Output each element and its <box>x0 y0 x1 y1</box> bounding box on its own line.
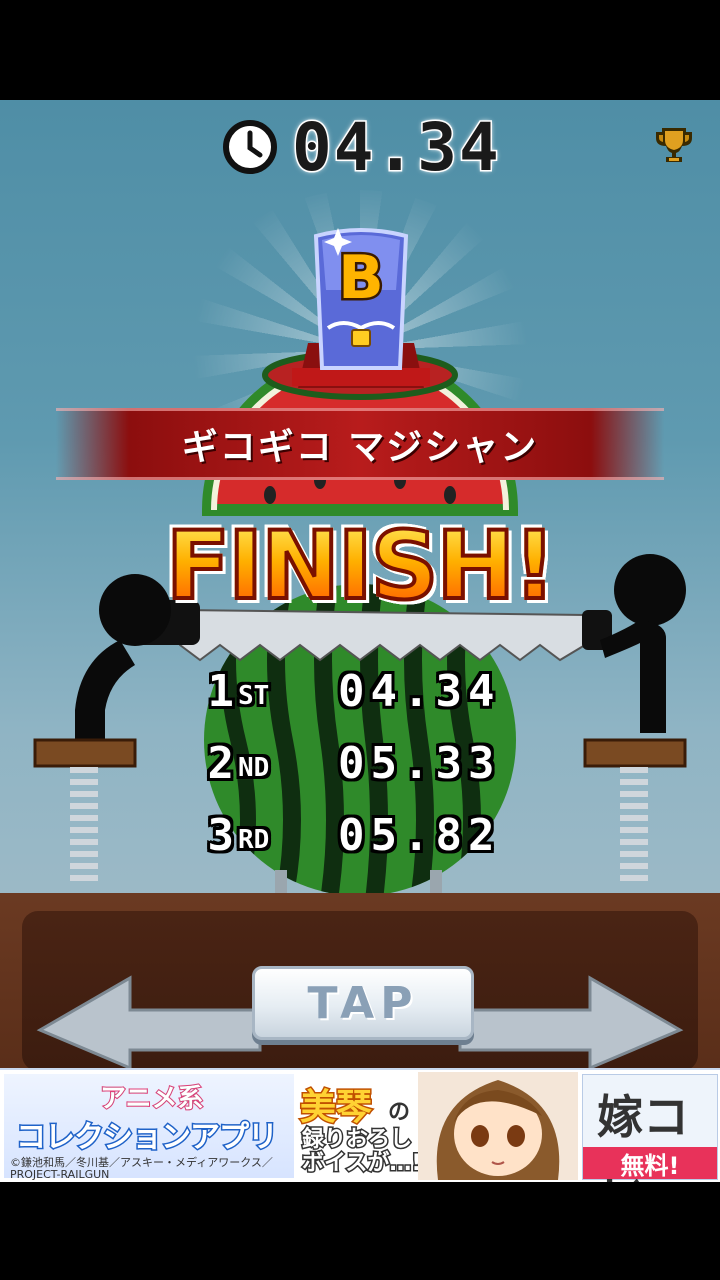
ad-line2: コレクションアプリ <box>15 1119 280 1157</box>
ad-right-panel: 嫁コレ 無料! <box>582 1074 718 1182</box>
rank-badge-icon: B <box>292 228 430 388</box>
ad-headline-particle: の <box>388 1100 411 1125</box>
ranking-time: 05.33 <box>338 737 501 789</box>
ad-free-badge[interactable]: 無料! <box>583 1147 717 1180</box>
ranking-suffix: ND <box>238 753 270 783</box>
anime-character-image <box>418 1072 578 1180</box>
ranking-suffix: RD <box>238 825 270 855</box>
ranking-suffix: ST <box>238 681 270 711</box>
ad-subline: 録りおろし ボイスが…!! <box>300 1126 432 1177</box>
ranking-list: 1 ST 04.34 2 ND 05.33 3 RD 05.82 <box>200 655 530 871</box>
ranking-time: 04.34 <box>338 665 501 717</box>
rank-grade: B <box>338 243 384 313</box>
tap-button-label: TAP <box>307 977 419 1029</box>
ad-line1: アニメ系 <box>99 1083 204 1115</box>
ranking-place: 2 <box>207 737 235 789</box>
ranking-row: 3 RD 05.82 <box>200 799 530 871</box>
ranking-place: 1 <box>207 665 235 717</box>
game-screen: 04.34 B ギコギコ マジシャン FINISH! 1 ST 04.34 2 … <box>0 100 720 1068</box>
ad-banner[interactable]: アニメ系 コレクションアプリ ©鎌池和馬／冬川基／アスキー・メディアワークス／ … <box>0 1068 720 1182</box>
ranking-time: 05.82 <box>338 809 501 861</box>
clock-icon <box>223 120 277 174</box>
ranking-row: 2 ND 05.33 <box>200 727 530 799</box>
ad-left-panel: アニメ系 コレクションアプリ ©鎌池和馬／冬川基／アスキー・メディアワークス／ … <box>4 1074 294 1181</box>
trophy-icon[interactable] <box>656 124 692 164</box>
title-banner-text: ギコギコ マジシャン <box>181 427 539 468</box>
ranking-place: 3 <box>207 809 235 861</box>
tap-button[interactable]: TAP <box>252 966 474 1040</box>
finish-label: FINISH! <box>140 510 580 623</box>
timer: 04.34 <box>222 107 501 187</box>
title-banner: ギコギコ マジシャン <box>56 408 664 480</box>
ad-headline: 美琴 <box>298 1086 373 1130</box>
ranking-row: 1 ST 04.34 <box>200 655 530 727</box>
timer-value: 04.34 <box>291 107 501 187</box>
ad-credit: PROJECT-RAILGUN <box>10 1168 110 1181</box>
